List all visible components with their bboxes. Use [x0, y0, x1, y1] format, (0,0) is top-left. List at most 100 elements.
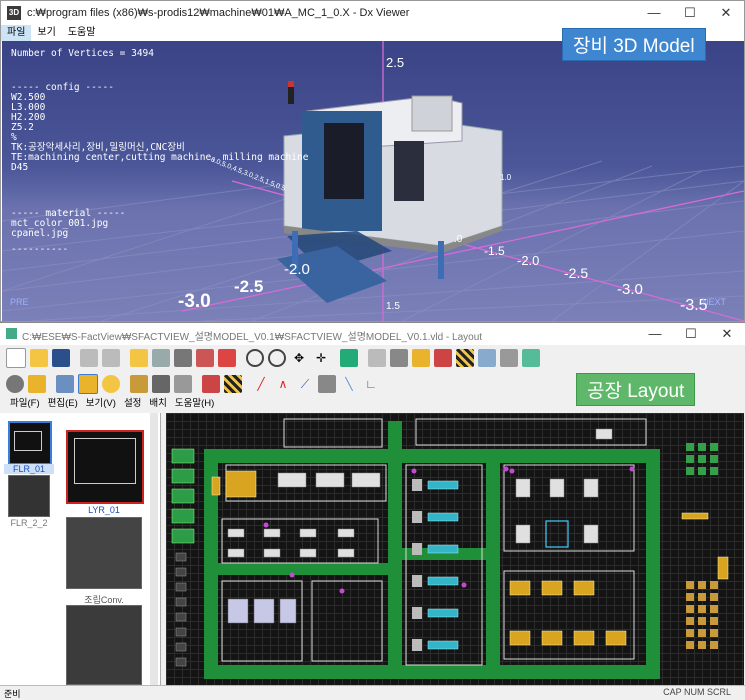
status-text: 준비: [4, 689, 21, 699]
axis-label: -2.5: [564, 265, 589, 281]
menu-view[interactable]: 보기(V): [82, 396, 120, 412]
cube-icon[interactable]: [340, 349, 358, 367]
layer-thumbnail[interactable]: [66, 517, 142, 589]
machine-icon[interactable]: [368, 349, 386, 367]
zoom-out-icon[interactable]: [268, 349, 286, 367]
rack-icon[interactable]: [56, 375, 74, 393]
line-icon[interactable]: ⟋: [296, 375, 314, 393]
layout-canvas[interactable]: [166, 413, 744, 685]
window-title: C:₩ESE₩S-FactView₩SFACTVIEW_설명MODEL_V0.1…: [22, 332, 483, 343]
minimize-button[interactable]: —: [636, 1, 672, 25]
config-line: TE:machining center,cutting machine, mil…: [11, 152, 309, 163]
tank-icon[interactable]: [174, 375, 192, 393]
person2-icon[interactable]: [202, 375, 220, 393]
open-icon[interactable]: [30, 349, 48, 367]
app-icon: [6, 328, 17, 339]
axis-label: .0: [454, 234, 463, 245]
tool-icon[interactable]: [318, 375, 336, 393]
person-icon[interactable]: [196, 349, 214, 367]
menu-file[interactable]: 파일: [1, 25, 32, 41]
app-icon: 3D: [7, 6, 21, 20]
maximize-button[interactable]: ☐: [673, 323, 709, 345]
select-icon[interactable]: [78, 374, 98, 394]
forklift-icon[interactable]: [412, 349, 430, 367]
layer-icon[interactable]: [130, 349, 148, 367]
dx-viewer-window: 3D c:₩program files (x86)₩s-prodis12₩mac…: [0, 0, 745, 322]
toolbar-main: ✥ ✛: [0, 345, 745, 371]
title-bar: 3D c:₩program files (x86)₩s-prodis12₩mac…: [1, 1, 744, 25]
axis-label-bottom: 1.5: [386, 301, 400, 312]
axis-icon[interactable]: ∟: [362, 375, 380, 393]
menu-view[interactable]: 보기: [31, 25, 61, 41]
barrier-icon[interactable]: [456, 349, 474, 367]
new-icon[interactable]: [6, 348, 26, 368]
factory-floorplan: [171, 418, 729, 679]
status-indicators: CAP NUM SCRL: [663, 687, 731, 697]
floor-thumbnail[interactable]: [8, 421, 52, 465]
layer-thumbnail[interactable]: [66, 430, 144, 504]
pan-icon[interactable]: ✛: [312, 349, 330, 367]
vertex-count: Number of Vertices = 3494: [11, 48, 154, 59]
user-icon[interactable]: [102, 375, 120, 393]
menu-file[interactable]: 파일(F): [6, 396, 44, 412]
close-button[interactable]: ✕: [709, 323, 745, 345]
axis-label: 1.0: [500, 173, 512, 182]
menu-help[interactable]: 도움말(H): [171, 396, 218, 412]
axis-label: -3.0: [178, 291, 211, 312]
equipment-3d-badge: 장비 3D Model: [562, 28, 706, 61]
3d-viewport[interactable]: Number of Vertices = 3494 ----- config -…: [2, 41, 744, 321]
redo-icon[interactable]: [102, 349, 120, 367]
angle-icon[interactable]: ∧: [274, 375, 292, 393]
copier-icon[interactable]: [152, 375, 170, 393]
zoom-in-icon[interactable]: [246, 349, 264, 367]
factory-layout-badge: 공장 Layout: [576, 373, 696, 406]
menu-edit[interactable]: 편집(E): [44, 396, 82, 412]
menu-help[interactable]: 도움말: [62, 25, 102, 41]
config-line: D45: [11, 162, 29, 173]
print-icon[interactable]: [174, 349, 192, 367]
menu-layout[interactable]: 배치: [145, 396, 170, 412]
axis-label-top: 2.5: [386, 55, 405, 70]
layer-thumbnail[interactable]: [66, 605, 142, 685]
maximize-button[interactable]: ☐: [672, 1, 708, 25]
axis-label: -3.0: [617, 281, 643, 298]
title-bar: C:₩ESE₩S-FactView₩SFACTVIEW_설명MODEL_V0.1…: [0, 323, 745, 345]
worker-icon[interactable]: [434, 349, 452, 367]
layer-panel: LYR_01 조립Conv.: [60, 413, 161, 685]
barricade-icon[interactable]: [224, 375, 242, 393]
robot-icon[interactable]: [500, 349, 518, 367]
floor-panel: FLR_01 FLR_2_2: [0, 413, 61, 685]
axis-label: -2.0: [517, 253, 540, 268]
move-icon[interactable]: ✥: [290, 349, 308, 367]
menu-settings[interactable]: 설정: [120, 396, 145, 412]
measure-icon[interactable]: ╱: [252, 375, 270, 393]
truck-icon[interactable]: [28, 375, 46, 393]
undo-icon[interactable]: [80, 349, 98, 367]
pen-icon[interactable]: [218, 349, 236, 367]
printer-icon[interactable]: [390, 349, 408, 367]
layers-icon[interactable]: [152, 349, 170, 367]
save-icon[interactable]: [52, 349, 70, 367]
conveyor-icon[interactable]: [478, 349, 496, 367]
floor-label[interactable]: FLR_2_2: [4, 518, 54, 528]
status-bar: 준비 CAP NUM SCRL: [0, 685, 745, 700]
floor-label[interactable]: FLR_01: [4, 464, 54, 474]
layer-scrollbar[interactable]: [150, 413, 158, 685]
prev-button[interactable]: PRE: [10, 297, 29, 307]
minimize-button[interactable]: —: [637, 323, 673, 345]
layer-label[interactable]: LYR_01: [66, 505, 142, 515]
menu-bar: 파일(F) 편집(E) 보기(V) 설정 배치 도움말(H): [0, 396, 218, 412]
material-line: cpanel.jpg: [11, 228, 69, 239]
ruler-icon[interactable]: ╲: [340, 375, 358, 393]
export-icon[interactable]: [522, 349, 540, 367]
floor-thumbnail[interactable]: [8, 475, 50, 517]
camera-icon[interactable]: [6, 375, 24, 393]
shelf-icon[interactable]: [130, 375, 148, 393]
axis-label: -2.0: [284, 261, 310, 278]
window-title: c:₩program files (x86)₩s-prodis12₩machin…: [27, 7, 410, 19]
material-line: ----------: [11, 244, 69, 255]
close-button[interactable]: ✕: [708, 1, 744, 25]
axis-label: -2.5: [234, 277, 264, 296]
next-button[interactable]: NEXT: [702, 297, 726, 307]
axis-label: -1.5: [484, 244, 505, 258]
